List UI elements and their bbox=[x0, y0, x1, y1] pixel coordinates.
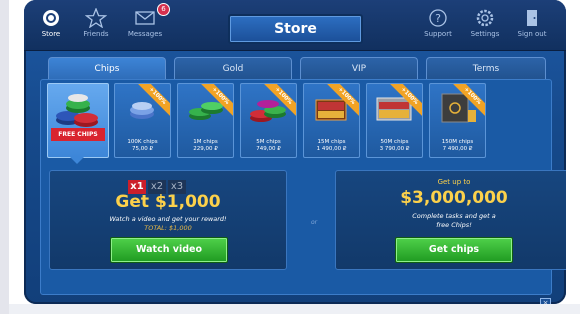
product-price: 229,00 ₽ bbox=[193, 146, 218, 152]
nav-support-label: Support bbox=[424, 30, 452, 38]
selection-pointer bbox=[69, 156, 85, 164]
svg-text:?: ? bbox=[435, 12, 441, 25]
product-row: FREE CHIPS +100% 100K chips 75,00 ₽ +100… bbox=[47, 83, 545, 164]
product-price: 3 790,00 ₽ bbox=[379, 146, 410, 152]
product-amount: 15M chips bbox=[317, 139, 346, 145]
video-offer-total: TOTAL: $1,000 bbox=[144, 224, 192, 232]
envelope-icon bbox=[135, 11, 155, 25]
question-icon: ? bbox=[429, 9, 447, 27]
nav-friends-label: Friends bbox=[83, 30, 109, 38]
free-chips-label: FREE CHIPS bbox=[51, 128, 105, 141]
tab-terms[interactable]: Terms bbox=[426, 57, 546, 80]
or-separator: or bbox=[311, 219, 318, 226]
store-tabs: Chips Gold VIP Terms bbox=[48, 57, 548, 80]
game-window: Store Friends 6 Messages Store ? Support bbox=[24, 0, 566, 304]
free-chips-item[interactable]: FREE CHIPS bbox=[47, 83, 109, 158]
product-amount: 1M chips bbox=[193, 139, 218, 145]
product-1m[interactable]: +100% 1M chips 229,00 ₽ bbox=[177, 83, 234, 158]
bottom-page-strip bbox=[9, 304, 580, 314]
chip-icon bbox=[43, 10, 59, 26]
nav-store-label: Store bbox=[41, 30, 61, 38]
page-title: Store bbox=[228, 14, 363, 44]
nav-signout-label: Sign out bbox=[517, 30, 547, 38]
product-5m[interactable]: +100% 5M chips 749,00 ₽ bbox=[240, 83, 297, 158]
nav-settings[interactable]: Settings bbox=[466, 4, 504, 48]
tab-chips[interactable]: Chips bbox=[48, 57, 166, 80]
nav-store[interactable]: Store bbox=[34, 4, 68, 48]
product-price: 749,00 ₽ bbox=[256, 146, 281, 152]
door-icon bbox=[527, 10, 537, 26]
tasks-offer-subtext-1: Complete tasks and get a bbox=[412, 212, 496, 220]
product-15m[interactable]: +100% 15M chips 1 490,00 ₽ bbox=[303, 83, 360, 158]
chip-stack-icon bbox=[56, 94, 98, 127]
nav-friends[interactable]: Friends bbox=[76, 4, 116, 48]
chips-panel: FREE CHIPS +100% 100K chips 75,00 ₽ +100… bbox=[40, 79, 566, 295]
tasks-offer-headline: $3,000,000 bbox=[400, 188, 508, 208]
tab-vip[interactable]: VIP bbox=[300, 57, 418, 80]
nav-support[interactable]: ? Support bbox=[420, 4, 456, 48]
product-100k[interactable]: +100% 100K chips 75,00 ₽ bbox=[114, 83, 171, 158]
get-chips-button[interactable]: Get chips bbox=[395, 237, 513, 263]
tab-gold[interactable]: Gold bbox=[174, 57, 292, 80]
close-button[interactable]: × bbox=[540, 298, 551, 304]
star-icon bbox=[85, 8, 107, 28]
nav-settings-label: Settings bbox=[470, 30, 500, 38]
nav-messages-label: Messages bbox=[127, 30, 163, 38]
video-offer-card: x1 x2 x3 Get $1,000 Watch a video and get … bbox=[49, 170, 287, 270]
video-offer-headline: Get $1,000 bbox=[115, 192, 221, 212]
tasks-offer-subtext-2: free Chips! bbox=[436, 221, 472, 229]
watch-video-button[interactable]: Watch video bbox=[110, 237, 228, 263]
product-amount: 50M chips bbox=[380, 139, 409, 145]
nav-signout[interactable]: Sign out bbox=[512, 4, 552, 48]
tasks-offer-heading: Get up to bbox=[437, 178, 471, 186]
product-price: 1 490,00 ₽ bbox=[316, 146, 347, 152]
tasks-offer-card: Get up to $3,000,000 Complete tasks and … bbox=[335, 170, 566, 270]
multiplier-selector: x1 x2 x3 bbox=[128, 174, 188, 194]
top-bar: Store Friends 6 Messages Store ? Support bbox=[24, 0, 566, 51]
product-amount: 100K chips bbox=[127, 139, 158, 145]
product-price: 75,00 ₽ bbox=[132, 146, 153, 152]
gear-icon bbox=[476, 9, 494, 27]
product-amount: 5M chips bbox=[256, 139, 281, 145]
product-price: 7 490,00 ₽ bbox=[442, 146, 473, 152]
messages-badge: 6 bbox=[157, 3, 170, 16]
video-offer-subtext: Watch a video and get your reward! bbox=[109, 215, 227, 223]
product-150m[interactable]: +100% 150M chips 7 490,00 ₽ bbox=[429, 83, 486, 158]
product-50m[interactable]: +100% 50M chips 3 790,00 ₽ bbox=[366, 83, 423, 158]
product-amount: 150M chips bbox=[441, 139, 474, 145]
left-page-strip bbox=[0, 0, 9, 314]
nav-messages[interactable]: 6 Messages bbox=[122, 3, 170, 48]
